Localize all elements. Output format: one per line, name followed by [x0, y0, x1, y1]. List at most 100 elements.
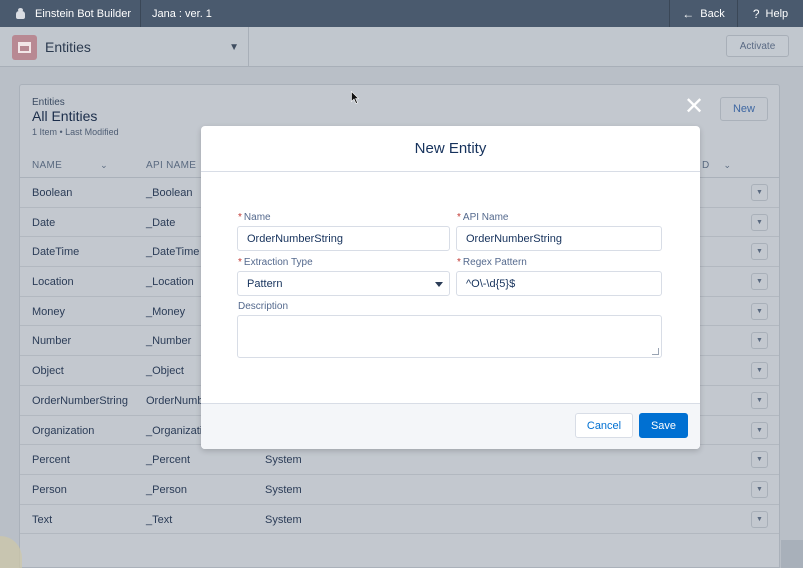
chevron-down-icon: ⌄ — [723, 160, 732, 170]
row-name: Number — [32, 335, 72, 348]
row-actions-chevron-icon[interactable]: ▼ — [751, 243, 768, 261]
list-title: All Entities — [32, 108, 98, 124]
extraction-type-value: Pattern — [247, 277, 283, 290]
row-name: Organization — [32, 424, 95, 437]
help-label: Help — [765, 7, 789, 20]
back-button[interactable]: ← Back — [669, 0, 737, 27]
modal-footer: Cancel Save — [201, 403, 700, 449]
row-api: _Text — [146, 513, 173, 526]
row-api: _Date — [146, 216, 176, 229]
row-actions-chevron-icon[interactable]: ▼ — [751, 391, 768, 409]
column-header-api[interactable]: API NAME — [146, 160, 196, 171]
column-api-label: API NAME — [146, 160, 197, 171]
list-meta: 1 Item • Last Modified — [32, 127, 119, 137]
row-name: Boolean — [32, 187, 73, 199]
table-row[interactable]: Percent _Percent System ▼ — [20, 445, 779, 475]
row-name: Text — [32, 513, 53, 526]
row-name: Date — [32, 216, 56, 229]
row-actions-chevron-icon[interactable]: ▼ — [751, 184, 768, 201]
section-selector[interactable]: Entities ▼ — [0, 27, 249, 67]
table-row[interactable]: Person _Person System ▼ — [20, 475, 779, 505]
app-name: Einstein Bot Builder — [35, 7, 131, 20]
description-label-text: Description — [238, 301, 289, 312]
required-indicator: * — [457, 212, 461, 223]
required-indicator: * — [238, 212, 242, 223]
new-entity-modal: New Entity * Name OrderNumberString * API … — [201, 126, 700, 449]
chevron-down-icon — [435, 282, 443, 287]
column-d-label: D — [702, 160, 710, 171]
question-icon: ? — [752, 6, 760, 21]
row-name: OrderNumberString — [32, 394, 128, 407]
row-actions-chevron-icon[interactable]: ▼ — [751, 273, 768, 291]
name-label: * Name — [238, 212, 271, 223]
row-name: Money — [32, 305, 66, 318]
back-label: Back — [700, 7, 725, 20]
required-indicator: * — [238, 257, 242, 268]
bot-version[interactable]: Jana : ver. 1 — [141, 8, 669, 20]
entities-icon — [12, 34, 37, 60]
bot-icon — [14, 7, 27, 20]
row-name: DateTime — [32, 246, 80, 259]
row-type: System — [265, 513, 302, 526]
column-name-label: NAME — [32, 160, 63, 171]
row-api: _Object — [146, 365, 184, 378]
row-name: Percent — [32, 454, 70, 467]
row-type: System — [265, 483, 302, 496]
app-header: Einstein Bot Builder Jana : ver. 1 ← Bac… — [0, 0, 803, 27]
app-title: Einstein Bot Builder — [0, 0, 141, 27]
mouse-cursor-icon — [351, 91, 359, 104]
row-name: Location — [32, 276, 74, 289]
row-api: _Organizatio — [146, 424, 209, 437]
new-button[interactable]: New — [720, 97, 768, 121]
required-indicator: * — [457, 257, 461, 268]
row-actions-chevron-icon[interactable]: ▼ — [751, 421, 768, 439]
table-row[interactable]: Text _Text System ▼ — [20, 505, 779, 535]
row-actions-chevron-icon[interactable]: ▼ — [751, 480, 768, 498]
api-name-label-text: API Name — [462, 212, 509, 223]
regex-pattern-field[interactable]: ^O\-\d{5}$ — [456, 271, 662, 296]
activate-button[interactable]: Activate — [726, 35, 789, 57]
section-selector-label: Entities — [45, 39, 91, 55]
api-name-field[interactable]: OrderNumberString — [456, 226, 662, 251]
regex-pattern-value: ^O\-\d{5}$ — [466, 277, 516, 290]
row-api: _Boolean — [146, 187, 193, 199]
cancel-button[interactable]: Cancel — [575, 413, 633, 438]
extraction-type-select[interactable]: Pattern — [237, 271, 450, 296]
background-decoration — [781, 540, 803, 568]
chevron-down-icon: ▼ — [229, 41, 239, 53]
row-actions-chevron-icon[interactable]: ▼ — [751, 362, 768, 380]
row-actions-chevron-icon[interactable]: ▼ — [751, 302, 768, 320]
save-button[interactable]: Save — [639, 413, 688, 438]
chevron-down-icon: ⌄ — [100, 160, 108, 170]
row-api: OrderNumb — [146, 394, 204, 407]
description-textarea[interactable] — [237, 315, 662, 358]
row-name: Person — [32, 483, 67, 496]
row-actions-chevron-icon[interactable]: ▼ — [751, 213, 768, 231]
description-label: Description — [238, 301, 288, 312]
extraction-type-label-text: Extraction Type — [243, 257, 313, 268]
column-header-name[interactable]: NAME ⌄ — [32, 160, 108, 171]
name-field[interactable]: OrderNumberString — [237, 226, 450, 251]
row-actions-chevron-icon[interactable]: ▼ — [751, 510, 768, 528]
resize-handle-icon[interactable] — [652, 348, 659, 355]
row-api: _Money — [146, 305, 186, 318]
row-api: _Location — [146, 276, 194, 289]
help-button[interactable]: ? Help — [737, 0, 803, 27]
row-type: System — [265, 454, 302, 467]
row-name: Object — [32, 365, 64, 378]
regex-pattern-label-text: Regex Pattern — [462, 257, 527, 268]
row-api: _Number — [146, 335, 192, 348]
breadcrumb: Entities — [32, 97, 65, 108]
extraction-type-label: * Extraction Type — [238, 257, 313, 268]
row-api: _Person — [146, 483, 187, 496]
regex-pattern-label: * Regex Pattern — [457, 257, 527, 268]
column-header-d[interactable]: D ⌄ — [702, 160, 731, 171]
sub-header: Entities ▼ Activate — [0, 27, 803, 67]
api-name-label: * API Name — [457, 212, 508, 223]
api-name-field-value: OrderNumberString — [466, 232, 562, 245]
row-api: _DateTime — [146, 246, 200, 259]
row-actions-chevron-icon[interactable]: ▼ — [751, 451, 768, 469]
row-actions-chevron-icon[interactable]: ▼ — [751, 332, 768, 350]
close-icon[interactable]: ✕ — [683, 95, 705, 119]
modal-title: New Entity — [201, 126, 700, 172]
